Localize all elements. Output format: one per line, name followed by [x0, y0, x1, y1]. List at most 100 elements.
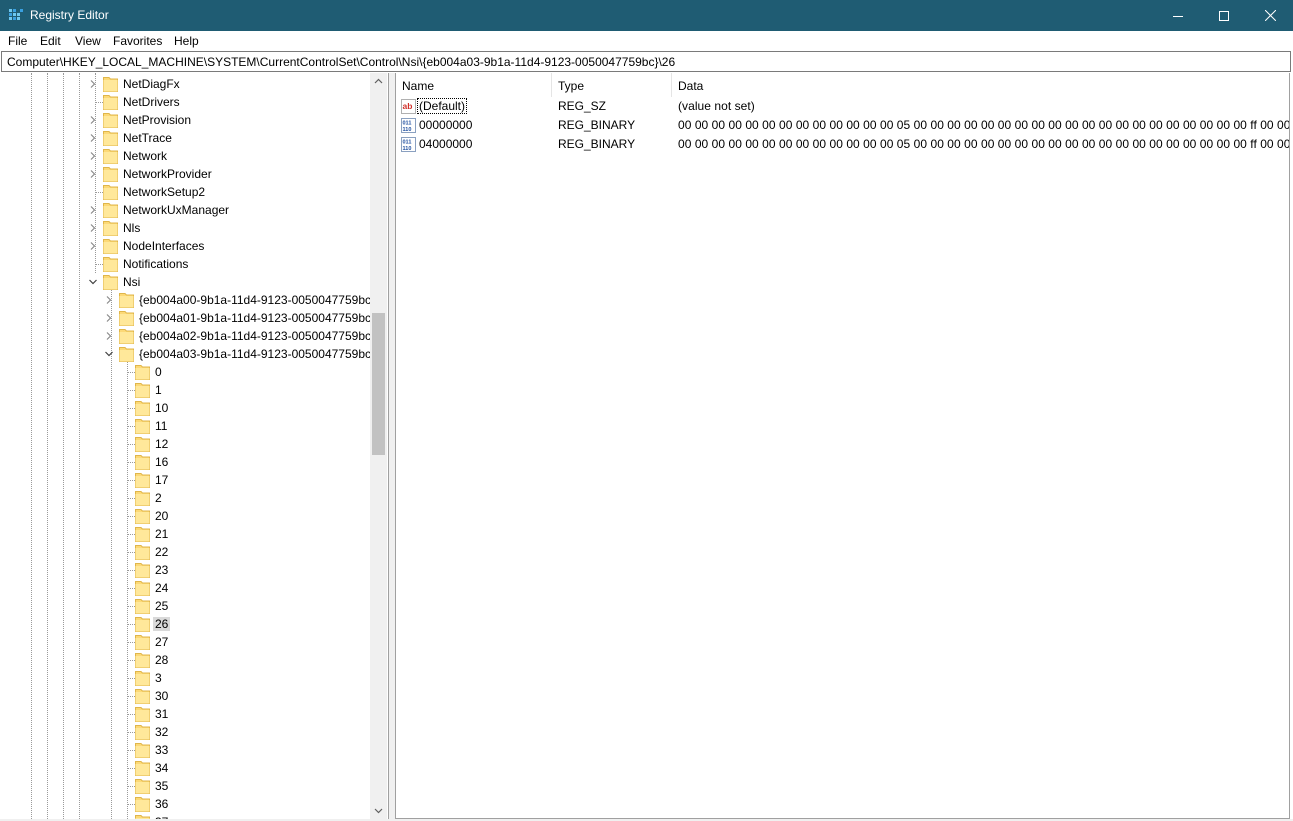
- tree-item[interactable]: Nsi: [0, 273, 370, 291]
- tree-item[interactable]: 33: [0, 741, 370, 759]
- chevron-right-icon[interactable]: [88, 133, 98, 143]
- column-header-type[interactable]: Type: [552, 73, 672, 97]
- tree-item[interactable]: 21: [0, 525, 370, 543]
- chevron-down-icon[interactable]: [88, 277, 98, 287]
- tree-item-label: {eb004a00-9b1a-11d4-9123-0050047759bc}: [139, 293, 375, 307]
- tree-item[interactable]: 17: [0, 471, 370, 489]
- minimize-button[interactable]: [1155, 0, 1201, 31]
- menu-view[interactable]: View: [75, 34, 101, 48]
- string-value-icon: ab: [401, 99, 416, 114]
- menu-help[interactable]: Help: [174, 34, 199, 48]
- folder-icon: [135, 779, 150, 794]
- tree-item-label: {eb004a03-9b1a-11d4-9123-0050047759bc}: [139, 347, 375, 361]
- tree-connector: [127, 768, 135, 769]
- tree-item[interactable]: 32: [0, 723, 370, 741]
- tree-item[interactable]: 20: [0, 507, 370, 525]
- values-list[interactable]: Name Type Data ab (Default) REG_SZ (valu…: [395, 73, 1290, 819]
- tree-scrollbar[interactable]: [370, 73, 387, 821]
- tree-item-label: 21: [155, 527, 169, 541]
- tree-item-label: 10: [155, 401, 169, 415]
- value-row[interactable]: 011 110 04000000 REG_BINARY 00 00 00 00 …: [396, 135, 1289, 154]
- chevron-right-icon[interactable]: [88, 205, 98, 215]
- column-header-data[interactable]: Data: [672, 73, 1289, 97]
- tree-item-label: Notifications: [123, 257, 189, 271]
- tree-item[interactable]: NetworkProvider: [0, 165, 370, 183]
- tree-item[interactable]: 31: [0, 705, 370, 723]
- tree-item[interactable]: NetDiagFx: [0, 75, 370, 93]
- tree-connector: [127, 606, 135, 607]
- tree-connector: [127, 750, 135, 751]
- tree-item-label: NetworkSetup2: [123, 185, 206, 199]
- tree-item[interactable]: 34: [0, 759, 370, 777]
- folder-icon: [135, 509, 150, 524]
- tree-item[interactable]: NetProvision: [0, 111, 370, 129]
- tree-item[interactable]: 23: [0, 561, 370, 579]
- tree-item-label: 2: [155, 491, 162, 505]
- tree-item[interactable]: NetDrivers: [0, 93, 370, 111]
- folder-icon: [135, 491, 150, 506]
- chevron-right-icon[interactable]: [104, 331, 114, 341]
- tree-item[interactable]: NetworkSetup2: [0, 183, 370, 201]
- tree-item[interactable]: NodeInterfaces: [0, 237, 370, 255]
- address-bar[interactable]: Computer\HKEY_LOCAL_MACHINE\SYSTEM\Curre…: [1, 51, 1291, 72]
- tree-item[interactable]: 35: [0, 777, 370, 795]
- tree-item[interactable]: {eb004a02-9b1a-11d4-9123-0050047759bc}: [0, 327, 375, 345]
- tree-item[interactable]: 30: [0, 687, 370, 705]
- tree-item[interactable]: 24: [0, 579, 370, 597]
- tree-item-label: 17: [155, 473, 169, 487]
- folder-icon: [135, 383, 150, 398]
- maximize-button[interactable]: [1201, 0, 1247, 31]
- window-title: Registry Editor: [30, 8, 109, 22]
- chevron-down-icon[interactable]: [104, 349, 114, 359]
- chevron-right-icon[interactable]: [104, 313, 114, 323]
- menu-file[interactable]: File: [8, 34, 27, 48]
- tree-item[interactable]: 2: [0, 489, 370, 507]
- tree-item[interactable]: 0: [0, 363, 370, 381]
- close-button[interactable]: [1247, 0, 1293, 31]
- tree-item[interactable]: 16: [0, 453, 370, 471]
- tree-item[interactable]: 27: [0, 633, 370, 651]
- key-tree[interactable]: NetDiagFx NetDrivers NetProvision NetTrace N…: [0, 73, 389, 821]
- tree-item[interactable]: Nls: [0, 219, 370, 237]
- tree-item[interactable]: 28: [0, 651, 370, 669]
- tree-item[interactable]: NetTrace: [0, 129, 370, 147]
- menu-favorites[interactable]: Favorites: [113, 34, 162, 48]
- value-row[interactable]: ab (Default) REG_SZ (value not set): [396, 97, 1289, 116]
- tree-item[interactable]: {eb004a03-9b1a-11d4-9123-0050047759bc}: [0, 345, 375, 363]
- tree-item[interactable]: Notifications: [0, 255, 370, 273]
- scroll-down-icon[interactable]: [374, 806, 383, 815]
- tree-item[interactable]: Network: [0, 147, 370, 165]
- tree-item[interactable]: 22: [0, 543, 370, 561]
- folder-icon: [119, 329, 134, 344]
- tree-item[interactable]: 36: [0, 795, 370, 813]
- chevron-right-icon[interactable]: [88, 151, 98, 161]
- tree-item[interactable]: 1: [0, 381, 370, 399]
- scroll-up-icon[interactable]: [374, 77, 383, 86]
- folder-icon: [103, 185, 118, 200]
- tree-item[interactable]: NetworkUxManager: [0, 201, 370, 219]
- chevron-right-icon[interactable]: [88, 79, 98, 89]
- tree-item[interactable]: 10: [0, 399, 370, 417]
- chevron-right-icon[interactable]: [88, 241, 98, 251]
- chevron-right-icon[interactable]: [88, 223, 98, 233]
- tree-item[interactable]: 11: [0, 417, 370, 435]
- chevron-right-icon[interactable]: [88, 169, 98, 179]
- folder-icon: [135, 797, 150, 812]
- value-row[interactable]: 011 110 00000000 REG_BINARY 00 00 00 00 …: [396, 116, 1289, 135]
- tree-item[interactable]: {eb004a01-9b1a-11d4-9123-0050047759bc}: [0, 309, 375, 327]
- tree-item[interactable]: {eb004a00-9b1a-11d4-9123-0050047759bc}: [0, 291, 375, 309]
- tree-item[interactable]: 25: [0, 597, 370, 615]
- column-header-name[interactable]: Name: [396, 73, 552, 97]
- chevron-right-icon[interactable]: [104, 295, 114, 305]
- folder-icon: [135, 455, 150, 470]
- folder-icon: [103, 167, 118, 182]
- chevron-right-icon[interactable]: [88, 115, 98, 125]
- tree-item[interactable]: 26: [0, 615, 370, 633]
- folder-icon: [103, 239, 118, 254]
- tree-item[interactable]: 3: [0, 669, 370, 687]
- tree-item-label: 26: [153, 617, 171, 631]
- tree-connector: [127, 390, 135, 391]
- tree-item[interactable]: 12: [0, 435, 370, 453]
- tree-scroll-thumb[interactable]: [372, 313, 385, 456]
- menu-edit[interactable]: Edit: [40, 34, 61, 48]
